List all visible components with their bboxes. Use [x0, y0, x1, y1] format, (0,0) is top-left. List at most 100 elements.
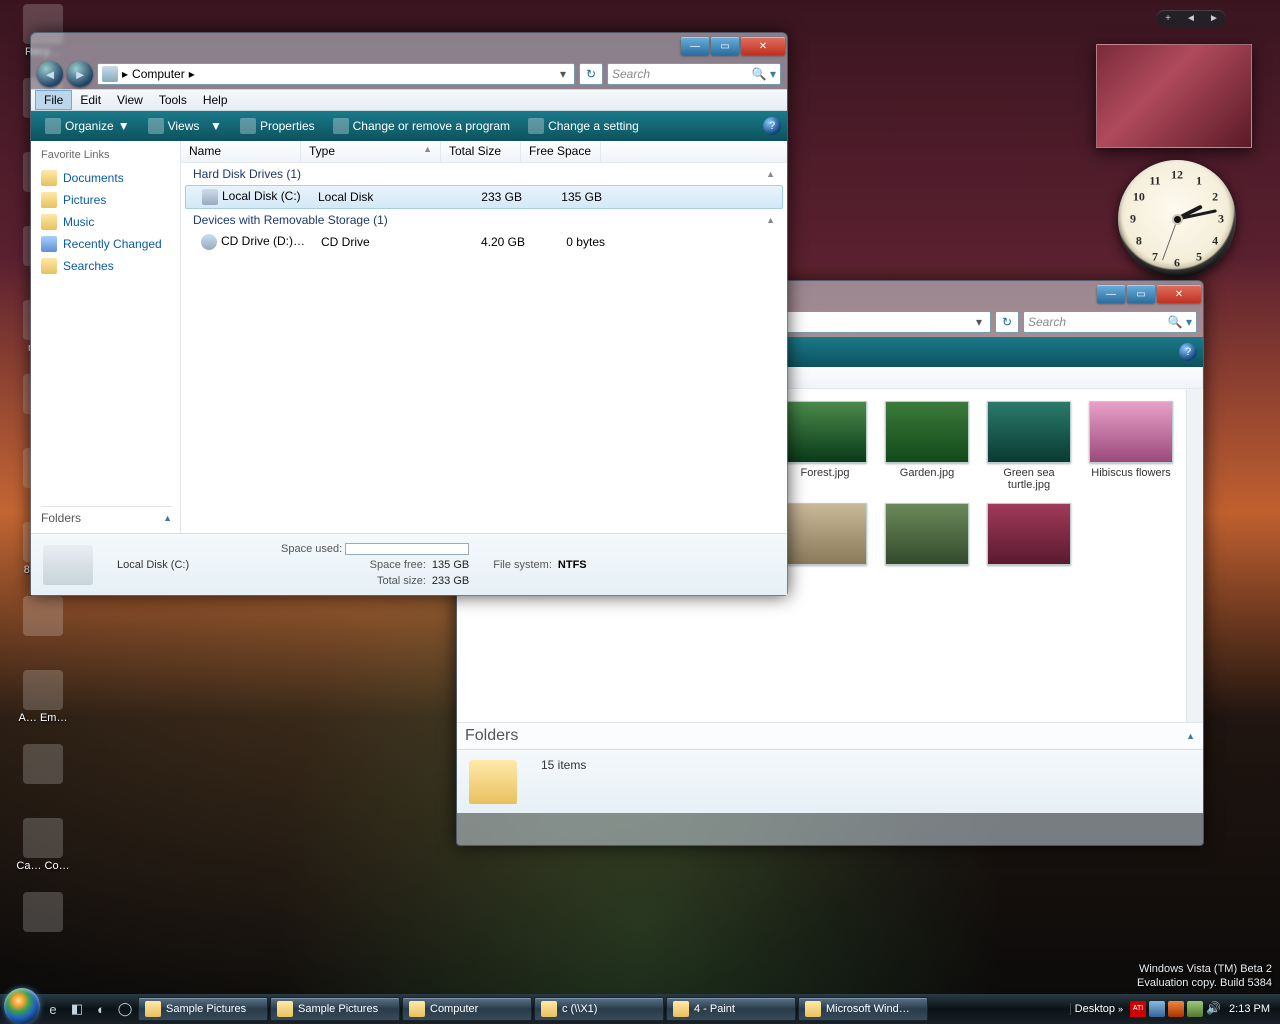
breadcrumb[interactable]: ▸ Computer ▸ ▾	[97, 63, 575, 85]
views-button[interactable]: Views ▼	[140, 115, 230, 137]
desktop-icon[interactable]	[8, 596, 78, 638]
clock-number: 6	[1174, 256, 1180, 271]
taskbar-button-label: c (\\X1)	[562, 1003, 597, 1015]
thumbnail-item[interactable]	[883, 503, 971, 593]
folders-toggle[interactable]: Folders▲	[41, 506, 172, 529]
thumbnail-item[interactable]: Hibiscus flowers	[1087, 401, 1175, 491]
quick-launch-3-icon[interactable]: ◐	[90, 998, 112, 1020]
desktop-icon[interactable]	[8, 892, 78, 934]
quick-launch-switch-icon[interactable]: ◧	[66, 998, 88, 1020]
thumbnail-label: Hibiscus flowers	[1087, 467, 1175, 479]
taskbar-button[interactable]: Microsoft Wind…	[798, 997, 928, 1021]
thumbnail-item[interactable]: Garden.jpg	[883, 401, 971, 491]
menu-tools[interactable]: Tools	[151, 91, 195, 109]
group-removable-storage[interactable]: Devices with Removable Storage (1)▲	[181, 209, 787, 231]
icon-label: Ca… Co…	[8, 860, 78, 872]
tray-network-icon[interactable]	[1149, 1001, 1165, 1017]
thumbnail-item[interactable]: Green sea turtle.jpg	[985, 401, 1073, 491]
chevron-icon[interactable]: »	[1118, 1004, 1123, 1014]
refresh-button[interactable]: ↻	[995, 311, 1019, 333]
collapse-icon[interactable]: ▲	[766, 215, 775, 225]
col-free-space[interactable]: Free Space	[521, 141, 601, 162]
folders-toggle[interactable]: Folders▲	[457, 722, 1203, 749]
thumbnail-item[interactable]	[781, 503, 869, 593]
minimize-button[interactable]: —	[681, 37, 709, 55]
properties-button[interactable]: Properties	[232, 115, 323, 137]
breadcrumb-dropdown-icon[interactable]: ▾	[556, 67, 570, 81]
breadcrumb-computer[interactable]: Computer	[132, 67, 185, 81]
col-type[interactable]: Type ▲	[301, 141, 441, 162]
favlink-searches[interactable]: Searches	[41, 255, 172, 277]
breadcrumb-sep-icon[interactable]: ▸	[122, 67, 128, 81]
taskbar-button[interactable]: c (\\X1)	[534, 997, 664, 1021]
menu-help[interactable]: Help	[195, 91, 236, 109]
quick-launch-4-icon[interactable]: ◯	[114, 998, 136, 1020]
computer-icon	[102, 66, 118, 82]
thumbnail-image	[885, 503, 969, 565]
minimize-button[interactable]: —	[1097, 285, 1125, 303]
breadcrumb-dropdown-icon[interactable]: ▾	[972, 315, 986, 329]
sidebar-controls: + ◄ ►	[1156, 10, 1226, 27]
slideshow-gadget[interactable]	[1096, 44, 1252, 148]
close-button[interactable]: ✕	[741, 37, 785, 55]
drive-cd-d[interactable]: CD Drive (D:) … CD Drive 4.20 GB 0 bytes	[181, 231, 787, 253]
desktop-icon[interactable]: Ca… Co…	[8, 818, 78, 872]
scrollbar[interactable]	[1186, 389, 1203, 722]
tray-ati-icon[interactable]: ATI	[1130, 1001, 1146, 1017]
maximize-button[interactable]: ▭	[711, 37, 739, 55]
col-name[interactable]: Name	[181, 141, 301, 162]
forward-button[interactable]: ►	[67, 61, 93, 87]
details-pane: Local Disk (C:) Space used: Space free:1…	[31, 533, 787, 595]
favlink-recent[interactable]: Recently Changed	[41, 233, 172, 255]
tray-removable-icon[interactable]	[1187, 1001, 1203, 1017]
change-setting-button[interactable]: Change a setting	[520, 115, 647, 137]
change-program-button[interactable]: Change or remove a program	[325, 115, 518, 137]
window-computer[interactable]: — ▭ ✕ ◄ ► ▸ Computer ▸ ▾ ↻ Search 🔍 ▾ Fi…	[30, 32, 788, 596]
favlink-pictures[interactable]: Pictures	[41, 189, 172, 211]
organize-button[interactable]: Organize ▼	[37, 115, 138, 137]
favlink-music[interactable]: Music	[41, 211, 172, 233]
taskbar-button[interactable]: 4 - Paint	[666, 997, 796, 1021]
menu-edit[interactable]: Edit	[72, 91, 109, 109]
taskbar-button-label: 4 - Paint	[694, 1003, 735, 1015]
search-input[interactable]: Search 🔍 ▾	[607, 63, 781, 85]
tray-volume-icon[interactable]: 🔊	[1206, 1001, 1222, 1017]
clock-time[interactable]: 2:13 PM	[1229, 1003, 1270, 1015]
search-icon[interactable]: 🔍 ▾	[1168, 315, 1192, 329]
desktop-icon[interactable]	[8, 744, 78, 786]
tray-security-icon[interactable]	[1168, 1001, 1184, 1017]
clock-gadget[interactable]: 121234567891011	[1118, 160, 1236, 278]
help-button[interactable]: ?	[763, 117, 781, 135]
search-icon[interactable]: 🔍 ▾	[752, 67, 776, 81]
cell-total: 4.20 GB	[453, 234, 533, 250]
quick-launch-ie-icon[interactable]: e	[42, 998, 64, 1020]
breadcrumb-sep-icon[interactable]: ▸	[189, 67, 195, 81]
thumbnail-item[interactable]: Forest.jpg	[781, 401, 869, 491]
titlebar[interactable]: — ▭ ✕	[31, 33, 787, 59]
sidebar-next-button[interactable]: ►	[1202, 10, 1226, 27]
desktop-icon[interactable]: A… Em…	[8, 670, 78, 724]
help-button[interactable]: ?	[1179, 343, 1197, 361]
collapse-icon[interactable]: ▲	[766, 169, 775, 179]
refresh-button[interactable]: ↻	[579, 63, 603, 85]
folder-icon	[41, 214, 57, 230]
menu-file[interactable]: File	[35, 90, 72, 110]
menu-view[interactable]: View	[109, 91, 151, 109]
search-input[interactable]: Search 🔍 ▾	[1023, 311, 1197, 333]
sidebar-prev-button[interactable]: ◄	[1180, 10, 1202, 27]
group-hard-disk-drives[interactable]: Hard Disk Drives (1)▲	[181, 163, 787, 185]
taskbar-button[interactable]: Computer	[402, 997, 532, 1021]
favlink-documents[interactable]: Documents	[41, 167, 172, 189]
thumbnail-item[interactable]	[985, 503, 1073, 593]
desktop-toolbar[interactable]: Desktop »	[1070, 1003, 1127, 1015]
details-pane: 15 items	[457, 749, 1203, 813]
start-button[interactable]	[4, 988, 40, 1024]
col-total-size[interactable]: Total Size	[441, 141, 521, 162]
taskbar-button[interactable]: Sample Pictures	[270, 997, 400, 1021]
maximize-button[interactable]: ▭	[1127, 285, 1155, 303]
sidebar-add-button[interactable]: +	[1156, 10, 1180, 27]
drive-local-disk-c[interactable]: Local Disk (C:) Local Disk 233 GB 135 GB	[185, 185, 783, 209]
taskbar-button[interactable]: Sample Pictures	[138, 997, 268, 1021]
close-button[interactable]: ✕	[1157, 285, 1201, 303]
back-button[interactable]: ◄	[37, 61, 63, 87]
